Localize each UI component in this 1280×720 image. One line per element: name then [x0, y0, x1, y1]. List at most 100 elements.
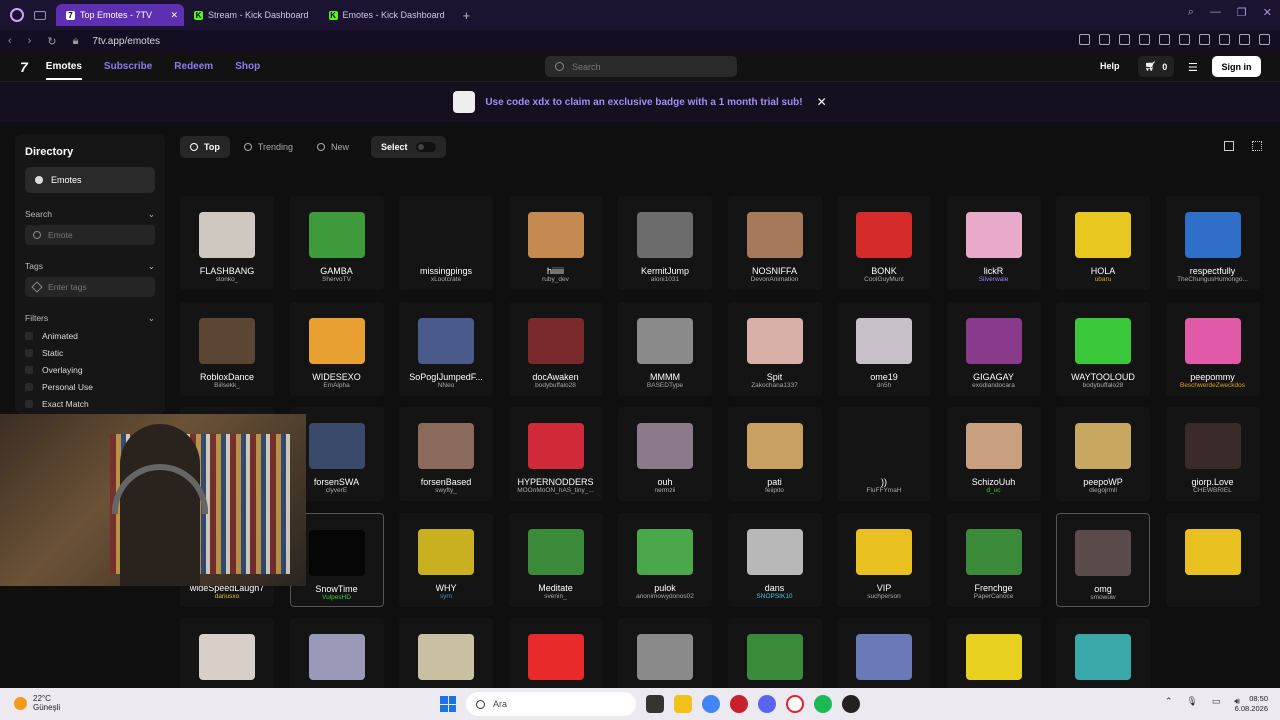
emote-card[interactable]: missingpings xLootcrate: [399, 196, 493, 290]
emote-card[interactable]: omg smowuw: [1056, 512, 1150, 607]
emote-card[interactable]: KermitJump aloni1031: [618, 196, 712, 290]
emote-owner[interactable]: BASEDType: [647, 382, 683, 389]
back-icon[interactable]: ‹: [8, 35, 12, 47]
taskbar-search[interactable]: Ara: [466, 692, 636, 716]
emote-card[interactable]: WIDESEXO EmAlpha: [289, 301, 384, 396]
emote-owner[interactable]: Zakochana1337: [751, 382, 798, 389]
emote-card[interactable]: [946, 618, 1041, 688]
emote-owner[interactable]: dn5h: [877, 382, 891, 389]
search-icon[interactable]: ⌕: [1188, 6, 1194, 19]
emote-card[interactable]: docAwaken bodybuffalo28: [508, 301, 603, 396]
filter-animated[interactable]: Animated: [25, 331, 155, 341]
emote-card[interactable]: HOLA ubaru: [1056, 196, 1150, 290]
emote-card[interactable]: [1165, 512, 1260, 607]
minimize-icon[interactable]: —: [1210, 6, 1221, 19]
sidebar-item-emotes[interactable]: Emotes: [25, 167, 155, 193]
emote-owner[interactable]: MOOnMoON_hAS_tiny_...: [517, 487, 594, 494]
emote-owner[interactable]: syrn: [440, 593, 452, 600]
emote-card[interactable]: WHY syrn: [399, 512, 493, 607]
close-window-icon[interactable]: ✕: [1263, 6, 1272, 19]
emote-owner[interactable]: DevonAnimation: [751, 276, 799, 283]
tab-trending[interactable]: Trending: [234, 136, 303, 158]
promo-text[interactable]: Use code xdx to claim an exclusive badge…: [485, 97, 802, 108]
emote-card[interactable]: Meditate svenin_: [508, 512, 603, 607]
emote-card[interactable]: giorp.Love CHEWBRIEL: [1165, 407, 1260, 501]
emote-card[interactable]: [399, 618, 493, 688]
emote-owner[interactable]: anonimowydonos02: [636, 593, 694, 600]
emote-owner[interactable]: nermzii: [655, 487, 676, 494]
url-field[interactable]: 7tv.app/emotes: [92, 36, 160, 47]
emote-card[interactable]: WAYTOOLOUD bodybuffalo28: [1056, 301, 1150, 396]
emote-owner[interactable]: EmAlpha: [323, 382, 349, 389]
close-icon[interactable]: ✕: [170, 10, 178, 21]
emote-card[interactable]: [289, 618, 384, 688]
emote-card[interactable]: peepoWP diegojrmll: [1056, 407, 1150, 501]
emote-card[interactable]: [180, 618, 274, 688]
snapshot-icon[interactable]: [1099, 34, 1110, 45]
filters-section-toggle[interactable]: Filters ⌄: [25, 313, 155, 324]
emote-owner[interactable]: NNeo: [438, 382, 455, 389]
menu-icon[interactable]: ☰: [1188, 61, 1198, 74]
nav-redeem[interactable]: Redeem: [174, 61, 213, 72]
browser-tab-7tv[interactable]: 7 Top Emotes - 7TV ✕: [56, 4, 184, 26]
emote-card[interactable]: [618, 618, 712, 688]
emote-card[interactable]: pulok anonimowydonos02: [618, 512, 712, 607]
emote-owner[interactable]: SNOPSIK10: [756, 593, 792, 600]
nav-subscribe[interactable]: Subscribe: [104, 61, 152, 72]
download-icon[interactable]: [1219, 34, 1230, 45]
emote-card[interactable]: hiiiiii ruby_dev: [508, 196, 603, 290]
shield-icon[interactable]: [1119, 34, 1130, 45]
7tv-logo[interactable]: 7: [20, 59, 28, 75]
tab-new[interactable]: New: [307, 136, 359, 158]
discord-icon[interactable]: [758, 695, 776, 713]
signin-button[interactable]: Sign in: [1212, 56, 1261, 77]
tab-top[interactable]: Top: [180, 136, 230, 158]
emote-owner[interactable]: PaperCanoce: [974, 593, 1014, 600]
checkbox[interactable]: [25, 332, 33, 340]
emote-card[interactable]: GIGAGAY exodiandocara: [946, 301, 1041, 396]
emote-owner[interactable]: VulpesHD: [322, 594, 351, 601]
emote-owner[interactable]: svenin_: [544, 593, 566, 600]
emote-card[interactable]: dans SNOPSIK10: [727, 512, 822, 607]
browser-tab-stream[interactable]: K Stream - Kick Dashboard: [184, 4, 319, 26]
emote-owner[interactable]: ubaru: [1095, 276, 1112, 283]
emote-owner[interactable]: bodybuffalo28: [535, 382, 576, 389]
emote-card[interactable]: SoPogIJumpedF... NNeo: [399, 301, 493, 396]
obs-icon[interactable]: [842, 695, 860, 713]
emote-owner[interactable]: xLootcrate: [431, 276, 461, 283]
reload-icon[interactable]: ↻: [47, 35, 56, 48]
emote-card[interactable]: [727, 618, 822, 688]
checkbox[interactable]: [25, 383, 33, 391]
chevron-up-icon[interactable]: ⌃: [1165, 696, 1173, 707]
small-grid-icon[interactable]: [1252, 141, 1262, 151]
emote-card[interactable]: Frenchge PaperCanoce: [946, 512, 1041, 607]
nav-shop[interactable]: Shop: [235, 61, 260, 72]
emote-owner[interactable]: diegojrmll: [1089, 487, 1117, 494]
ai-icon[interactable]: [1239, 34, 1250, 45]
emote-card[interactable]: pati feiipito: [727, 407, 822, 501]
close-icon[interactable]: ✕: [817, 95, 827, 109]
bookmark-icon[interactable]: [1079, 34, 1090, 45]
nav-emotes[interactable]: Emotes: [45, 61, 82, 80]
emote-card[interactable]: )) FluFFYmaH: [837, 407, 931, 501]
emote-card[interactable]: BONK CoolGuyMunt: [837, 196, 931, 290]
emote-card[interactable]: NOSNIFFA DevonAnimation: [727, 196, 822, 290]
emote-owner[interactable]: dariusxo: [215, 593, 240, 600]
emote-card[interactable]: ome19 dn5h: [837, 301, 931, 396]
checkbox[interactable]: [25, 400, 33, 408]
opera-icon[interactable]: [786, 695, 804, 713]
windows-start-icon[interactable]: [440, 696, 456, 712]
more-icon[interactable]: [1259, 34, 1270, 45]
spotify-icon[interactable]: [814, 695, 832, 713]
emote-owner[interactable]: aloni1031: [651, 276, 679, 283]
filter-static[interactable]: Static: [25, 348, 155, 358]
emote-card[interactable]: MMMM BASEDType: [618, 301, 712, 396]
checkbox[interactable]: [25, 366, 33, 374]
new-tab-icon[interactable]: +: [463, 8, 471, 23]
emote-owner[interactable]: CoolGuyMunt: [864, 276, 904, 283]
emote-card[interactable]: RobloxDance Biilsekk_: [180, 301, 274, 396]
emote-owner[interactable]: Biilsekk_: [214, 382, 240, 389]
network-icon[interactable]: ▭: [1212, 696, 1221, 707]
chrome-icon[interactable]: [702, 695, 720, 713]
emote-card[interactable]: [837, 618, 931, 688]
